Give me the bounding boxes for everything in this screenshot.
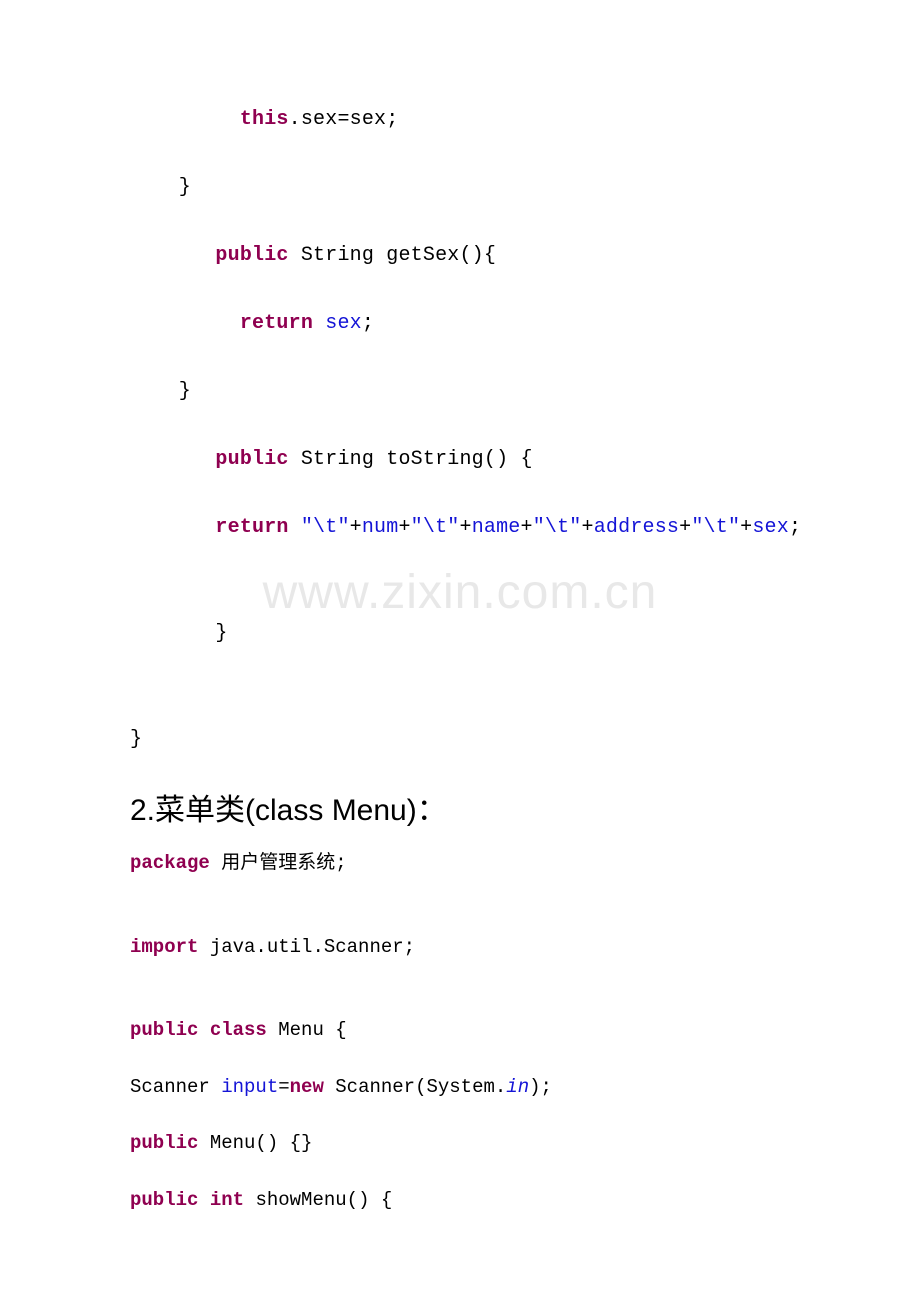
keyword-public: public: [215, 244, 288, 267]
plus: +: [459, 516, 471, 539]
code-text: String toString() {: [289, 448, 533, 471]
code-line: public int showMenu() {: [130, 1186, 790, 1215]
keyword-package: package: [130, 852, 210, 874]
field-in: in: [506, 1076, 529, 1098]
field-input: input: [221, 1076, 278, 1098]
keyword-public: public: [130, 1019, 198, 1041]
string-literal: "\t": [533, 516, 582, 539]
keyword-public: public: [130, 1132, 198, 1154]
page-content: this.sex=sex; } public String getSex(){ …: [0, 0, 920, 1214]
field-sex: sex: [752, 516, 789, 539]
keyword-this: this: [240, 108, 289, 131]
indent: [130, 516, 215, 539]
code-line: }: [130, 725, 790, 755]
keyword-public: public: [215, 448, 288, 471]
code-text: );: [529, 1076, 552, 1098]
plus: +: [679, 516, 691, 539]
code-text: 用户管理系统;: [210, 852, 347, 874]
keyword-class: class: [210, 1019, 267, 1041]
code-line: this.sex=sex;: [130, 105, 790, 135]
code-line: Scanner input=new Scanner(System.in);: [130, 1073, 790, 1102]
code-text: showMenu() {: [244, 1189, 392, 1211]
keyword-int: int: [210, 1189, 244, 1211]
code-line: return "\t"+num+"\t"+name+"\t"+address+"…: [130, 513, 790, 543]
indent: [130, 244, 215, 267]
keyword-return: return: [215, 516, 288, 539]
plus: +: [582, 516, 594, 539]
field-name: name: [472, 516, 521, 539]
code-text: Scanner(System.: [324, 1076, 506, 1098]
code-line: }: [130, 619, 790, 649]
plus: +: [740, 516, 752, 539]
plus: +: [521, 516, 533, 539]
code-text: .sex=sex;: [289, 108, 399, 131]
plus: +: [350, 516, 362, 539]
code-text: String getSex(){: [289, 244, 496, 267]
code-line: }: [130, 377, 790, 407]
code-line: public String getSex(){: [130, 241, 790, 271]
code-line: public class Menu {: [130, 1016, 790, 1045]
space: [313, 312, 325, 335]
field-address: address: [594, 516, 679, 539]
keyword-public: public: [130, 1189, 198, 1211]
code-text: java.util.Scanner;: [198, 936, 415, 958]
code-line: public String toString() {: [130, 445, 790, 475]
semicolon: ;: [789, 516, 801, 539]
code-text: Menu {: [267, 1019, 347, 1041]
semicolon: ;: [362, 312, 374, 335]
code-line: return sex;: [130, 309, 790, 339]
section-heading: 2.菜单类(class Menu)：: [130, 785, 790, 829]
code-line: import java.util.Scanner;: [130, 933, 790, 962]
space: [289, 516, 301, 539]
string-literal: "\t": [301, 516, 350, 539]
code-line: }: [130, 173, 790, 203]
keyword-return: return: [240, 312, 313, 335]
field-num: num: [362, 516, 399, 539]
plus: +: [398, 516, 410, 539]
equals: =: [278, 1076, 289, 1098]
code-text: Scanner: [130, 1076, 221, 1098]
string-literal: "\t": [691, 516, 740, 539]
field-sex: sex: [325, 312, 362, 335]
keyword-new: new: [290, 1076, 324, 1098]
indent: [130, 448, 215, 471]
code-line: package 用户管理系统;: [130, 849, 790, 878]
indent: [130, 312, 240, 335]
code-text: Menu() {}: [198, 1132, 312, 1154]
code-line: public Menu() {}: [130, 1129, 790, 1158]
string-literal: "\t": [411, 516, 460, 539]
keyword-import: import: [130, 936, 198, 958]
